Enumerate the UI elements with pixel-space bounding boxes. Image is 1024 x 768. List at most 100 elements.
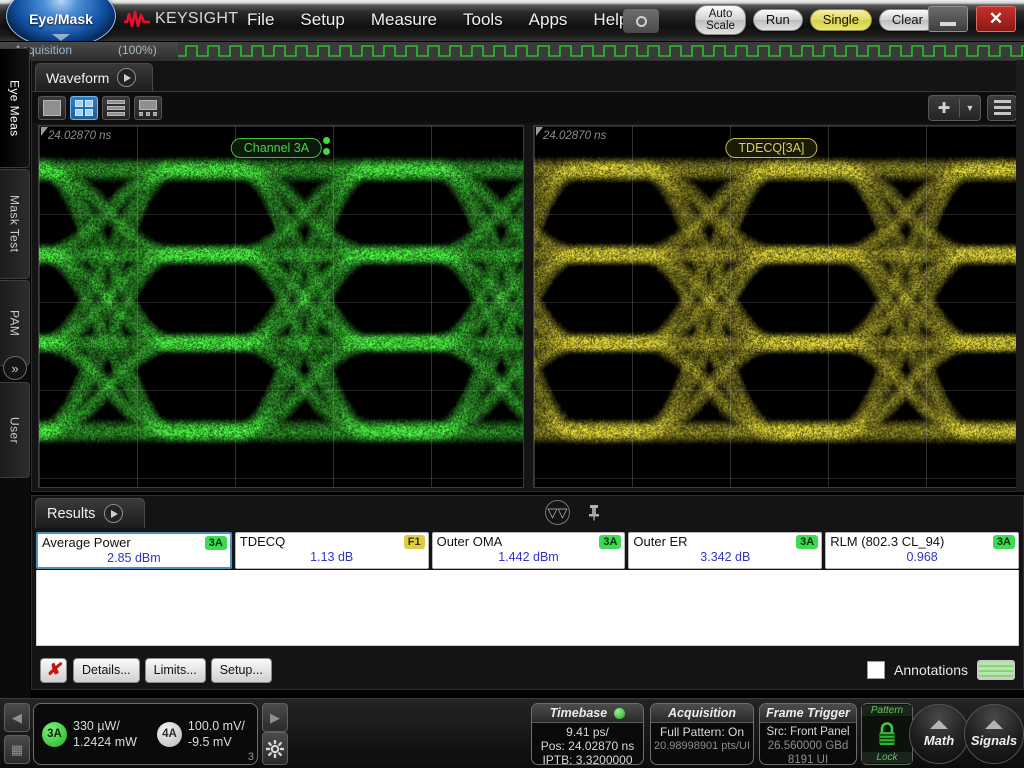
pin-icon[interactable] — [586, 503, 602, 521]
move-tool-button[interactable]: ✚ ▼ — [928, 95, 981, 121]
measurement-value: 1.442 dBm — [433, 549, 625, 564]
sidebar-expand-icon[interactable]: » — [3, 356, 27, 380]
settings-gear-button[interactable] — [262, 732, 288, 765]
screenshot-camera-button[interactable] — [623, 9, 659, 33]
measurement-card-tdecq[interactable]: TDECQ F1 1.13 dB — [235, 532, 429, 569]
channel-badge-3a[interactable]: Channel 3A — [231, 138, 322, 158]
annotations-color-swatch[interactable] — [977, 660, 1015, 680]
timebase-line-1: 9.41 ps/ — [532, 725, 643, 739]
frame-trigger-status-box[interactable]: Frame Trigger Src: Front Panel 26.560000… — [759, 703, 857, 765]
single-button[interactable]: Single — [810, 9, 872, 31]
close-button[interactable]: ✕ — [976, 6, 1016, 32]
signals-knob-button[interactable]: Signals — [964, 704, 1024, 764]
sidebar-item-pam[interactable]: PAM — [0, 280, 30, 366]
acquisition-header: Acquisition — [651, 704, 753, 723]
measurement-source-tag: 3A — [205, 536, 227, 550]
measurement-card-rlm[interactable]: RLM (802.3 CL_94) 3A 0.968 — [825, 532, 1019, 569]
menu-measure[interactable]: Measure — [358, 8, 450, 32]
frame-trigger-header: Frame Trigger — [760, 704, 856, 723]
timestamp-label-left: 24.02870 ns — [48, 130, 111, 142]
run-controls: Auto Scale Run Single Clear — [695, 5, 936, 35]
menu-apps[interactable]: Apps — [516, 8, 581, 32]
measurement-value: 0.968 — [826, 549, 1018, 564]
waveform-scrollbar[interactable] — [1016, 60, 1024, 492]
sidebar-item-user[interactable]: User — [0, 382, 30, 478]
limits-button[interactable]: Limits... — [145, 658, 206, 683]
minimize-button[interactable] — [928, 6, 968, 32]
menu-items: File Setup Measure Tools Apps Help — [234, 8, 641, 32]
annotations-checkbox[interactable] — [867, 661, 885, 679]
tdecq-badge-3a[interactable]: TDECQ[3A] — [725, 138, 817, 158]
layout-stacked-view-button[interactable] — [102, 96, 130, 120]
grid-toggle-button[interactable]: ▦ — [4, 735, 30, 764]
timebase-status-box[interactable]: Timebase 9.41 ps/ Pos: 24.02870 ns IPTB:… — [531, 703, 644, 765]
layout-single-view-button[interactable] — [38, 96, 66, 120]
menu-setup[interactable]: Setup — [287, 8, 357, 32]
results-collapse-icon[interactable]: ▽▽ — [545, 500, 570, 525]
waveform-view-channel-3a[interactable]: 24.02870 ns Channel 3A — [38, 125, 524, 488]
details-button[interactable]: Details... — [73, 658, 140, 683]
camera-icon — [636, 16, 647, 27]
channel-badge-dots[interactable] — [323, 137, 330, 159]
layout-mixed-view-button[interactable] — [134, 96, 162, 120]
channel-4a-indicator[interactable]: 4A — [157, 722, 182, 747]
quad-view-icon — [75, 109, 83, 116]
acquisition-pattern-graphic — [178, 42, 1024, 60]
hamburger-icon — [994, 100, 1011, 103]
run-button[interactable]: Run — [753, 9, 803, 31]
minimize-icon — [940, 22, 956, 26]
measurement-source-tag: 3A — [599, 535, 621, 549]
waveform-toolbar-right: ✚ ▼ — [928, 95, 1017, 121]
measurement-card-outer-oma[interactable]: Outer OMA 3A 1.442 dBm — [432, 532, 626, 569]
status-bar: ◀ ▦ 3A 330 µW/ 1.2424 mW 4A 100.0 mV/ -9… — [0, 698, 1024, 768]
scroll-left-button[interactable]: ◀ — [4, 703, 30, 732]
measurement-source-tag: F1 — [404, 535, 425, 549]
annotations-label: Annotations — [894, 662, 968, 678]
channel-3a-scale: 330 µW/ — [73, 718, 137, 734]
auto-scale-button[interactable]: Auto Scale — [695, 5, 746, 35]
channel-3a-indicator[interactable]: 3A — [42, 722, 67, 747]
channel-page-number: 3 — [248, 751, 254, 763]
layout-quad-view-button[interactable] — [70, 96, 98, 120]
waveform-toolbar: ✚ ▼ — [32, 91, 1023, 123]
measurement-name: Outer ER — [633, 534, 687, 549]
timebase-line-3: IPTB: 3.3200000 GHz — [532, 753, 643, 765]
sidebar-item-mask-test[interactable]: Mask Test — [0, 169, 30, 279]
channel-3a-offset: 1.2424 mW — [73, 734, 137, 750]
results-play-icon[interactable] — [104, 504, 123, 523]
acquisition-status-box[interactable]: Acquisition Full Pattern: On 20.98998901… — [650, 703, 754, 765]
scroll-right-button[interactable]: ▶ — [262, 703, 288, 732]
waveform-view-tdecq-3a[interactable]: 24.02870 ns TDECQ[3A] — [533, 125, 1019, 488]
mixed-view-icon — [139, 100, 157, 110]
eye-mask-mode-button[interactable]: Eye/Mask — [6, 0, 116, 42]
mixed-view-icon — [139, 112, 143, 116]
gear-icon — [266, 740, 284, 758]
pattern-lock-box[interactable]: Pattern Lock — [861, 703, 913, 765]
math-knob-button[interactable]: Math — [909, 704, 969, 764]
setup-button[interactable]: Setup... — [211, 658, 272, 683]
menu-file[interactable]: File — [234, 8, 287, 32]
menu-tools[interactable]: Tools — [450, 8, 516, 32]
sidebar-item-eye-meas[interactable]: Eye Meas — [0, 48, 30, 168]
stacked-view-icon — [107, 106, 125, 110]
measurement-card-average-power[interactable]: Average Power 3A 2.85 dBm — [36, 532, 232, 569]
waveform-play-icon[interactable] — [117, 68, 136, 87]
measurement-card-outer-er[interactable]: Outer ER 3A 3.342 dB — [628, 532, 822, 569]
menu-bar: Eye/Mask KEYSIGHT File Setup Measure Too… — [0, 0, 1024, 42]
tab-waveform[interactable]: Waveform — [35, 63, 153, 91]
measurement-value: 3.342 dB — [629, 549, 821, 564]
clear-results-button[interactable]: ✘ — [40, 658, 67, 683]
channel-4a-scale: 100.0 mV/ — [188, 718, 245, 734]
move-cross-icon: ✚ — [929, 99, 959, 117]
lock-icon — [875, 721, 899, 747]
chevron-down-icon[interactable]: ▼ — [960, 103, 980, 113]
waveform-menu-button[interactable] — [987, 95, 1017, 121]
single-view-icon — [43, 100, 61, 116]
signals-up-arrow-icon — [985, 720, 1003, 729]
corner-tick-icon — [41, 127, 48, 136]
acquisition-line-1: Full Pattern: On — [651, 725, 753, 739]
channel-status-box[interactable]: 3A 330 µW/ 1.2424 mW 4A 100.0 mV/ -9.5 m… — [33, 703, 258, 765]
sidebar-label-eye-meas: Eye Meas — [8, 80, 22, 137]
keysight-logo: KEYSIGHT — [124, 10, 238, 28]
tab-results[interactable]: Results — [35, 498, 145, 528]
